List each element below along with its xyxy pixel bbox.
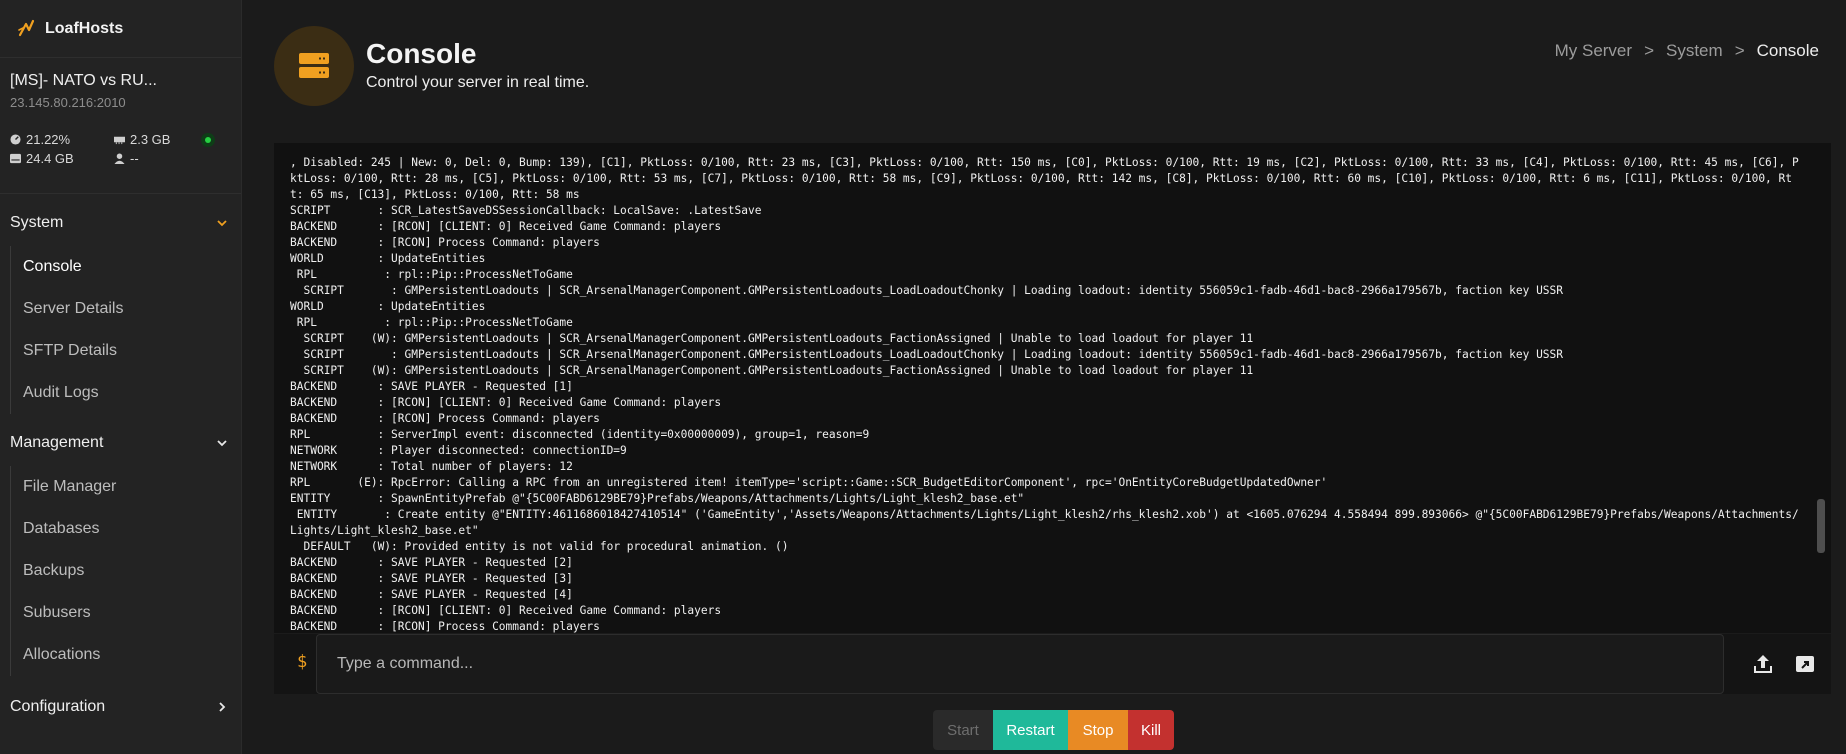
external-window-icon [1796,656,1814,672]
command-input[interactable] [316,634,1724,694]
console-line: BACKEND : [RCON] [CLIENT: 0] Received Ga… [290,220,722,233]
server-stack-icon [299,53,329,78]
console-line: SCRIPT (W): GMPersistentLoadouts | SCR_A… [290,364,1254,377]
console-line: BACKEND : [RCON] Process Command: player… [290,412,600,425]
sidebar: LoafHosts [MS]- NATO vs RU... 23.145.80.… [0,0,242,754]
nav-section-system: System Console Server Details SFTP Detai… [0,200,241,414]
console-output[interactable]: , Disabled: 245 | New: 0, Del: 0, Bump: … [274,143,1831,633]
sidebar-item-sftp-details[interactable]: SFTP Details [11,330,241,372]
upload-button[interactable] [1750,651,1776,677]
brand-name: LoafHosts [45,19,124,37]
console-line: BACKEND : SAVE PLAYER - Requested [3] [290,572,573,585]
sidebar-item-backups[interactable]: Backups [11,550,241,592]
console-line: RPL (E): RpcError: Calling a RPC from an… [290,476,1328,489]
kill-button[interactable]: Kill [1128,710,1174,750]
console-line: BACKEND : SAVE PLAYER - Requested [1] [290,380,573,393]
console-line: BACKEND : SAVE PLAYER - Requested [4] [290,588,573,601]
console-line: RPL : ServerImpl event: disconnected (id… [290,428,870,441]
console-log: , Disabled: 245 | New: 0, Del: 0, Bump: … [290,155,1800,633]
command-prompt-symbol: $ [297,652,308,672]
players-value: -- [130,151,139,166]
server-name: [MS]- NATO vs RU... [10,72,157,89]
cpu-stat: 21.22% [10,132,114,147]
upload-icon [1754,655,1772,673]
nav-items-management: File Manager Databases Backups Subusers … [10,466,241,676]
console-line: BACKEND : [RCON] Process Command: player… [290,236,600,249]
breadcrumb-separator: > [1644,41,1654,60]
nav-items-system: Console Server Details SFTP Details Audi… [10,246,241,414]
brand[interactable]: LoafHosts [0,0,241,58]
console-line: ENTITY : Create entity @"ENTITY:46116860… [290,508,1799,537]
loaf-logo-icon [18,19,35,36]
breadcrumb-my-server[interactable]: My Server [1555,41,1632,61]
console-line: BACKEND : [RCON] [CLIENT: 0] Received Ga… [290,396,722,409]
console-scrollbar[interactable] [1817,499,1825,553]
server-stats: 21.22% 2.3 GB 24.4 GB -- [10,132,231,166]
restart-button[interactable]: Restart [993,710,1068,750]
start-button[interactable]: Start [933,710,993,750]
console-line: , Disabled: 245 | New: 0, Del: 0, Bump: … [290,156,1799,201]
command-bar: $ [274,634,1831,694]
players-stat: -- [114,151,214,166]
console-page-icon [274,26,354,106]
chevron-right-icon [219,702,226,712]
page-subtitle: Control your server in real time. [366,74,590,91]
console-line: DEFAULT (W): Provided entity is not vali… [290,540,789,553]
nav-section-label: Management [10,434,104,451]
server-status-indicator [201,133,215,147]
console-line: BACKEND : SAVE PLAYER - Requested [2] [290,556,573,569]
nav-section-management: Management File Manager Databases Backup… [0,420,241,676]
nav-section-management-toggle[interactable]: Management [0,420,241,466]
sidebar-item-file-manager[interactable]: File Manager [11,466,241,508]
user-icon [114,153,125,164]
server-address: 23.145.80.216:2010 [10,95,126,110]
console-line: NETWORK : Total number of players: 12 [290,460,573,473]
expand-button[interactable] [1792,651,1818,677]
console-line: RPL : rpl::Pip::ProcessNetToGame [290,316,573,329]
disk-icon [10,153,21,164]
gauge-icon [10,134,21,145]
console-line: WORLD : UpdateEntities [290,252,486,265]
sidebar-item-databases[interactable]: Databases [11,508,241,550]
disk-value: 24.4 GB [26,151,74,166]
console-line: ENTITY : SpawnEntityPrefab @"{5C00FABD61… [290,492,1025,505]
nav-section-configuration: Configuration [0,684,241,730]
memory-icon [114,136,125,145]
stop-button[interactable]: Stop [1068,710,1128,750]
nav-section-system-toggle[interactable]: System [0,200,241,246]
console-line: NETWORK : Player disconnected: connectio… [290,444,627,457]
console-line: SCRIPT : GMPersistentLoadouts | SCR_Arse… [290,348,1564,361]
page-title: Console [366,38,477,69]
disk-stat: 24.4 GB [10,151,114,166]
memory-stat: 2.3 GB [114,132,214,147]
console-line: SCRIPT : SCR_LatestSaveDSSessionCallback… [290,204,762,217]
chevron-down-icon [217,220,227,227]
breadcrumb: My Server > System > Console [1555,41,1819,61]
breadcrumb-system[interactable]: System [1666,41,1723,61]
console-line: SCRIPT : GMPersistentLoadouts | SCR_Arse… [290,284,1564,297]
sidebar-item-audit-logs[interactable]: Audit Logs [11,372,241,414]
console-line: BACKEND : [RCON] Process Command: player… [290,620,600,633]
console-line: BACKEND : [RCON] [CLIENT: 0] Received Ga… [290,604,722,617]
sidebar-item-subusers[interactable]: Subusers [11,592,241,634]
nav-section-configuration-toggle[interactable]: Configuration [0,684,241,730]
nav-section-label: Configuration [10,698,106,715]
sidebar-item-server-details[interactable]: Server Details [11,288,241,330]
console-line: SCRIPT (W): GMPersistentLoadouts | SCR_A… [290,332,1254,345]
server-card[interactable]: [MS]- NATO vs RU... 23.145.80.216:2010 2… [0,58,241,194]
console-line: RPL : rpl::Pip::ProcessNetToGame [290,268,573,281]
cpu-value: 21.22% [26,132,71,147]
memory-value: 2.3 GB [130,132,171,147]
sidebar-item-console[interactable]: Console [11,246,241,288]
breadcrumb-separator: > [1734,41,1745,60]
sidebar-item-allocations[interactable]: Allocations [11,634,241,676]
chevron-down-icon [217,440,227,447]
nav-section-label: System [10,214,64,231]
console-line: WORLD : UpdateEntities [290,300,486,313]
breadcrumb-console: Console [1756,41,1819,60]
